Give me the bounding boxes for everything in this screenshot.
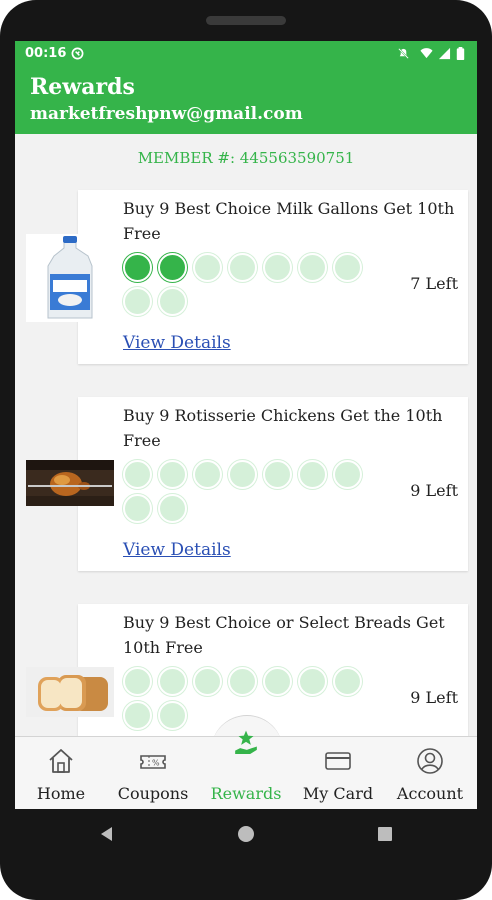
bottom-navigation: Home % Coupons Rewards My Card Account (15, 730, 477, 809)
view-details-link[interactable]: View Details (123, 540, 231, 560)
reward-title: Buy 9 Best Choice Milk Gallons Get 10th … (123, 199, 455, 243)
svg-text:%: % (152, 759, 160, 768)
account-email: marketfreshpnw@gmail.com (30, 104, 303, 124)
app-screen: 00:16 Rewards marketfreshpnw@gmail.com M… (15, 41, 477, 809)
stamp-empty (123, 701, 152, 730)
member-number: MEMBER #: 445563590751 (137, 149, 355, 167)
wifi-icon (420, 48, 433, 59)
milk-gallon-image (26, 234, 114, 322)
stamp-empty (123, 667, 152, 696)
reward-title: Buy 9 Rotisserie Chickens Get the 10th F… (123, 406, 443, 450)
stamp-empty (158, 287, 187, 316)
rotisserie-chicken-image (26, 460, 114, 506)
status-bar: 00:16 (15, 41, 477, 67)
nav-label: Coupons (117, 784, 189, 803)
stamp-empty (123, 460, 152, 489)
stamp-empty (263, 253, 292, 282)
stamp-empty (333, 253, 362, 282)
stamp-empty (263, 460, 292, 489)
nav-rewards[interactable]: Rewards (200, 730, 292, 809)
stamp-empty (263, 667, 292, 696)
home-circle-icon[interactable] (237, 825, 255, 843)
stamp-empty (158, 701, 187, 730)
stamp-empty (158, 494, 187, 523)
nav-home[interactable]: Home (15, 737, 107, 809)
stamp-empty (298, 460, 327, 489)
home-icon (49, 749, 73, 773)
nav-label: Rewards (210, 784, 282, 803)
stamp-empty (123, 494, 152, 523)
nav-label: Account (396, 784, 464, 803)
stamps-left: 7 Left (410, 274, 458, 293)
bread-loaf-image (26, 667, 114, 717)
nav-label: Home (36, 784, 86, 803)
nav-coupons[interactable]: % Coupons (107, 737, 199, 809)
account-icon (417, 748, 443, 774)
stamp-empty (193, 667, 222, 696)
stamp-empty (228, 460, 257, 489)
stamp-empty (298, 667, 327, 696)
back-icon[interactable] (98, 825, 116, 843)
stamp-filled (123, 253, 152, 282)
mute-icon (398, 48, 409, 59)
signal-icon (438, 47, 451, 60)
nav-label: My Card (302, 784, 374, 803)
system-navigation (0, 809, 492, 859)
page-title: Rewards (30, 74, 135, 100)
view-details-link[interactable]: View Details (123, 333, 231, 353)
reward-card: Buy 9 Rotisserie Chickens Get the 10th F… (78, 397, 468, 571)
stamps-left: 9 Left (410, 688, 458, 707)
nav-my-card[interactable]: My Card (292, 737, 384, 809)
stamp-empty (123, 287, 152, 316)
stamp-row (123, 460, 399, 528)
rewards-icon (235, 730, 257, 754)
phone-frame: 00:16 Rewards marketfreshpnw@gmail.com M… (0, 0, 492, 900)
stamp-empty (298, 253, 327, 282)
reward-title: Buy 9 Best Choice or Select Breads Get 1… (123, 613, 445, 657)
stamp-empty (158, 460, 187, 489)
stamp-empty (333, 460, 362, 489)
speaker-grille (206, 16, 286, 25)
coupon-icon: % (140, 755, 166, 769)
stamp-empty (228, 253, 257, 282)
nav-account[interactable]: Account (384, 737, 476, 809)
stamp-row (123, 253, 399, 321)
stamp-filled (158, 253, 187, 282)
stamp-empty (193, 460, 222, 489)
reward-card: Buy 9 Best Choice Milk Gallons Get 10th … (78, 190, 468, 364)
stamp-empty (228, 667, 257, 696)
card-icon (325, 752, 351, 770)
sync-icon (71, 47, 84, 60)
stamp-empty (333, 667, 362, 696)
stamp-empty (193, 253, 222, 282)
status-time: 00:16 (25, 46, 67, 61)
stamps-left: 9 Left (410, 481, 458, 500)
battery-icon (456, 47, 465, 60)
recents-icon[interactable] (376, 825, 394, 843)
stamp-empty (158, 667, 187, 696)
